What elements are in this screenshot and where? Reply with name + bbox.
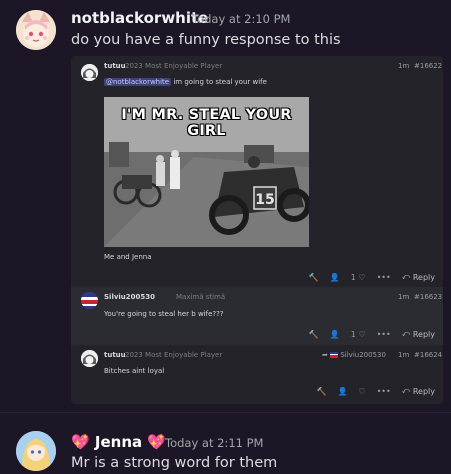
user-icon[interactable]: 👤 (330, 330, 340, 339)
username[interactable]: notblackorwhite (71, 9, 208, 27)
like-button[interactable]: 1 ♡ (351, 273, 366, 282)
meme-caption: I'M MR. STEAL YOUR GIRL (121, 107, 292, 139)
message-text: do you have a funny response to this (71, 32, 341, 48)
post-age: 1m (398, 351, 410, 359)
hammer-icon[interactable]: 🔨 (309, 330, 319, 339)
avatar[interactable] (16, 431, 56, 471)
post-body: You're going to steal her b wife??? (104, 310, 224, 318)
avatar (81, 292, 98, 309)
reply-button[interactable]: ⤺ Reply (402, 329, 435, 339)
meme-image[interactable]: 15 I'M MR. STEAL YOUR GIRL (104, 97, 309, 247)
cat-girl-avatar-icon (16, 10, 56, 50)
post-username[interactable]: tutuu (104, 62, 126, 70)
anime-girl-avatar-icon (16, 431, 56, 471)
post-id[interactable]: #16623 (414, 293, 442, 301)
mention[interactable]: @notblackorwhite (104, 78, 172, 86)
embedded-post: Silviu200530 Maximă stimă 1m #16623 You'… (71, 287, 443, 345)
message-2: 💖 Jenna 💖 Today at 2:11 PM Mr is a stron… (0, 413, 451, 474)
like-button[interactable]: ♡ (358, 387, 365, 396)
user-icon[interactable]: 👤 (330, 273, 340, 282)
post-age: 1m (398, 293, 410, 301)
post-body: im going to steal your wife (173, 78, 267, 86)
username[interactable]: 💖 Jenna 💖 (71, 433, 166, 451)
reply-arrow-icon: ➦ (322, 351, 328, 359)
post-actions: 🔨 👤 1 ♡ ••• ⤺ Reply (309, 271, 435, 283)
avatar (81, 64, 98, 81)
more-icon[interactable]: ••• (377, 273, 391, 282)
hammer-icon[interactable]: 🔨 (316, 387, 326, 396)
embedded-post: tutuu 2023 Most Enjoyable Player 1m #166… (71, 56, 443, 287)
user-title: 2023 Most Enjoyable Player (125, 351, 223, 359)
embedded-image[interactable]: tutuu 2023 Most Enjoyable Player 1m #166… (71, 56, 443, 404)
post-age: 1m (398, 62, 410, 70)
post-actions: 🔨 👤 ♡ ••• ⤺ Reply (316, 385, 435, 397)
anime-avatar-icon (81, 64, 98, 81)
avatar[interactable] (16, 10, 56, 50)
message-1: notblackorwhite Today at 2:10 PM do you … (0, 0, 451, 410)
hammer-icon[interactable]: 🔨 (309, 273, 319, 282)
like-button[interactable]: 1 ♡ (351, 330, 366, 339)
message-text: Mr is a strong word for them (71, 455, 278, 471)
post-text: Me and Jenna (104, 253, 152, 261)
post-id[interactable]: #16622 (414, 62, 442, 70)
flag-icon (330, 352, 339, 358)
heart-icon: 💖 (147, 433, 167, 451)
more-icon[interactable]: ••• (377, 330, 391, 339)
post-actions: 🔨 👤 1 ♡ ••• ⤺ Reply (309, 328, 435, 340)
post-text: @notblackorwhite im going to steal your … (104, 78, 267, 86)
timestamp: Today at 2:10 PM (192, 12, 291, 26)
avatar (81, 350, 98, 367)
post-body: Bitches aint loyal (104, 367, 165, 375)
timestamp: Today at 2:11 PM (165, 436, 264, 450)
heart-icon: 💖 (71, 433, 90, 451)
reply-button[interactable]: ⤺ Reply (402, 386, 435, 396)
user-title: 2023 Most Enjoyable Player (125, 62, 223, 70)
post-username[interactable]: tutuu (104, 351, 126, 359)
flag-avatar-icon (81, 292, 98, 309)
user-title: Maximă stimă (176, 293, 226, 301)
user-icon[interactable]: 👤 (337, 387, 347, 396)
embedded-post: tutuu 2023 Most Enjoyable Player ➦ Silvi… (71, 345, 443, 404)
post-id[interactable]: #16624 (414, 351, 442, 359)
anime-avatar-icon (81, 350, 98, 367)
reply-to[interactable]: ➦ Silviu200530 (322, 351, 386, 359)
more-icon[interactable]: ••• (377, 387, 391, 396)
reply-button[interactable]: ⤺ Reply (402, 272, 435, 282)
post-username[interactable]: Silviu200530 (104, 293, 155, 301)
svg-text:15: 15 (255, 192, 274, 208)
